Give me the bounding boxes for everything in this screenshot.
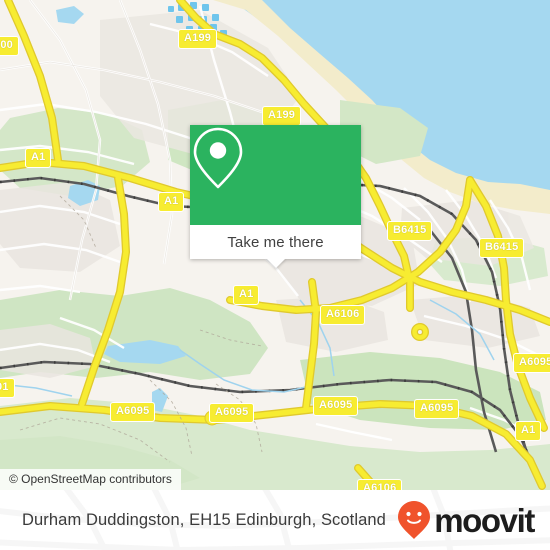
popup-header [190,125,361,225]
take-me-there-button[interactable]: Take me there [227,234,323,251]
road-shield: A6095 [313,396,359,416]
road-shield: B6415 [479,238,525,258]
road-shield: A1 [25,148,52,168]
road-shield: A1 [233,285,260,305]
road-shield: A199 [178,29,218,49]
location-popup-card[interactable]: Take me there [190,125,361,268]
road-shield: 900 [0,36,19,56]
road-shield: A6106 [357,479,403,490]
road-shield: 01 [0,378,15,398]
moovit-logo[interactable]: moovit [397,500,535,540]
road-shield: A1 [515,421,542,441]
footer-bar: Durham Duddingston, EH15 Edinburgh, Scot… [0,490,550,550]
road-shield: A6106 [320,305,366,325]
location-title: Durham Duddingston, EH15 Edinburgh, Scot… [22,510,386,529]
location-pin-icon [193,127,243,189]
road-shield: A6095 [209,403,255,423]
screenshot-root: 900 A199 A199 A1 A1 A1 B6415 B6415 A6106… [0,0,550,550]
moovit-wordmark: moovit [434,501,535,539]
moovit-pin-icon [398,501,431,539]
map-attribution[interactable]: © OpenStreetMap contributors [0,469,181,490]
road-shield: A6095 [110,402,156,422]
popup-footer[interactable]: Take me there [190,225,361,268]
map-canvas[interactable]: 900 A199 A199 A1 A1 A1 B6415 B6415 A6106… [0,0,550,490]
road-shield: A6095 [414,399,460,419]
road-shield: B6415 [387,221,433,241]
road-shield: A199 [262,106,302,126]
popup-pointer [265,258,286,268]
road-shield: A6095 [513,353,550,373]
road-shield: A1 [158,192,185,212]
